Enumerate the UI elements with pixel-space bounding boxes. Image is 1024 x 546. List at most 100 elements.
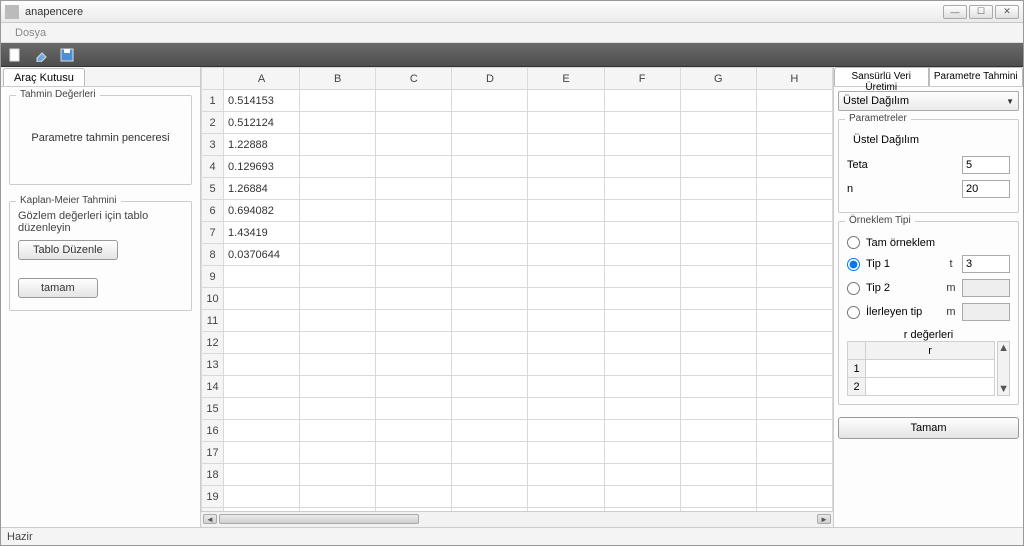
cell[interactable] xyxy=(756,90,832,112)
cell[interactable] xyxy=(300,376,376,398)
cell[interactable] xyxy=(528,288,604,310)
cell[interactable] xyxy=(376,244,452,266)
cell[interactable] xyxy=(680,332,756,354)
cell[interactable]: 0.514153 xyxy=(224,90,300,112)
row-header[interactable]: 8 xyxy=(202,244,224,266)
cell[interactable] xyxy=(300,420,376,442)
cell[interactable] xyxy=(452,112,528,134)
cell[interactable] xyxy=(680,200,756,222)
distribution-dropdown[interactable]: Üstel Dağılım ▼ xyxy=(838,91,1019,111)
cell[interactable] xyxy=(376,112,452,134)
cell[interactable] xyxy=(224,398,300,420)
edit-table-button[interactable]: Tablo Düzenle xyxy=(18,240,118,260)
new-file-icon[interactable] xyxy=(7,47,23,63)
cell[interactable] xyxy=(528,156,604,178)
cell[interactable] xyxy=(604,112,680,134)
cell[interactable] xyxy=(376,398,452,420)
cell[interactable] xyxy=(756,134,832,156)
cell[interactable] xyxy=(224,464,300,486)
cell[interactable] xyxy=(300,244,376,266)
cell[interactable] xyxy=(680,376,756,398)
row-header[interactable]: 18 xyxy=(202,464,224,486)
cell[interactable] xyxy=(680,310,756,332)
cell[interactable] xyxy=(756,310,832,332)
cell[interactable] xyxy=(680,90,756,112)
row-header[interactable]: 5 xyxy=(202,178,224,200)
cell[interactable] xyxy=(452,442,528,464)
cell[interactable] xyxy=(376,200,452,222)
row-header[interactable]: 12 xyxy=(202,332,224,354)
cell[interactable] xyxy=(528,178,604,200)
radio-full-sample[interactable] xyxy=(847,236,860,249)
cell[interactable] xyxy=(528,244,604,266)
cell[interactable] xyxy=(604,200,680,222)
cell[interactable] xyxy=(224,266,300,288)
n-input[interactable] xyxy=(962,180,1010,198)
cell[interactable] xyxy=(376,376,452,398)
cell[interactable] xyxy=(604,244,680,266)
row-header[interactable]: 15 xyxy=(202,398,224,420)
radio-tip2[interactable] xyxy=(847,282,860,295)
cell[interactable] xyxy=(452,222,528,244)
cell[interactable] xyxy=(452,244,528,266)
cell[interactable] xyxy=(528,398,604,420)
cell[interactable] xyxy=(300,178,376,200)
cell[interactable] xyxy=(300,112,376,134)
cell[interactable] xyxy=(452,464,528,486)
cell[interactable] xyxy=(376,354,452,376)
cell[interactable] xyxy=(300,288,376,310)
cell[interactable] xyxy=(604,376,680,398)
cell[interactable]: 0.129693 xyxy=(224,156,300,178)
cell[interactable] xyxy=(604,222,680,244)
row-header[interactable]: 10 xyxy=(202,288,224,310)
r-values-table[interactable]: r 1 2 xyxy=(847,341,995,396)
km-ok-button[interactable]: tamam xyxy=(18,278,98,298)
cell[interactable] xyxy=(756,266,832,288)
row-header[interactable]: 13 xyxy=(202,354,224,376)
cell[interactable] xyxy=(300,332,376,354)
tab-censored-data[interactable]: Sansürlü Veri Üretimi xyxy=(834,67,929,86)
cell[interactable] xyxy=(376,266,452,288)
cell[interactable] xyxy=(452,398,528,420)
cell[interactable] xyxy=(376,134,452,156)
cell[interactable] xyxy=(452,376,528,398)
cell[interactable] xyxy=(300,222,376,244)
cell[interactable] xyxy=(300,266,376,288)
cell[interactable] xyxy=(300,442,376,464)
cell[interactable] xyxy=(528,420,604,442)
r-values-scrollbar[interactable]: ▲▼ xyxy=(997,341,1010,396)
col-header-E[interactable]: E xyxy=(528,68,604,90)
cell[interactable] xyxy=(756,442,832,464)
menu-file[interactable]: Dosya xyxy=(7,25,54,41)
cell[interactable] xyxy=(300,398,376,420)
cell[interactable] xyxy=(680,156,756,178)
cell[interactable] xyxy=(376,178,452,200)
cell[interactable] xyxy=(756,376,832,398)
cell[interactable] xyxy=(604,486,680,508)
scroll-left-icon[interactable]: ◄ xyxy=(203,514,217,524)
row-header[interactable]: 17 xyxy=(202,442,224,464)
close-button[interactable]: ✕ xyxy=(995,5,1019,19)
eraser-icon[interactable] xyxy=(33,47,49,63)
cell[interactable] xyxy=(680,442,756,464)
cell[interactable] xyxy=(756,200,832,222)
cell[interactable]: 0.694082 xyxy=(224,200,300,222)
cell[interactable] xyxy=(756,288,832,310)
cell[interactable] xyxy=(604,398,680,420)
col-header-H[interactable]: H xyxy=(756,68,832,90)
cell[interactable] xyxy=(604,332,680,354)
cell[interactable] xyxy=(756,354,832,376)
tab-toolbox[interactable]: Araç Kutusu xyxy=(3,68,85,86)
cell[interactable]: 0.0370644 xyxy=(224,244,300,266)
cell[interactable] xyxy=(300,486,376,508)
cell[interactable] xyxy=(224,486,300,508)
row-header[interactable]: 9 xyxy=(202,266,224,288)
col-header-A[interactable]: A xyxy=(224,68,300,90)
maximize-button[interactable]: ☐ xyxy=(969,5,993,19)
row-header[interactable]: 2 xyxy=(202,112,224,134)
cell[interactable] xyxy=(376,90,452,112)
cell[interactable] xyxy=(452,134,528,156)
cell[interactable] xyxy=(756,222,832,244)
cell[interactable] xyxy=(756,112,832,134)
cell[interactable] xyxy=(300,156,376,178)
